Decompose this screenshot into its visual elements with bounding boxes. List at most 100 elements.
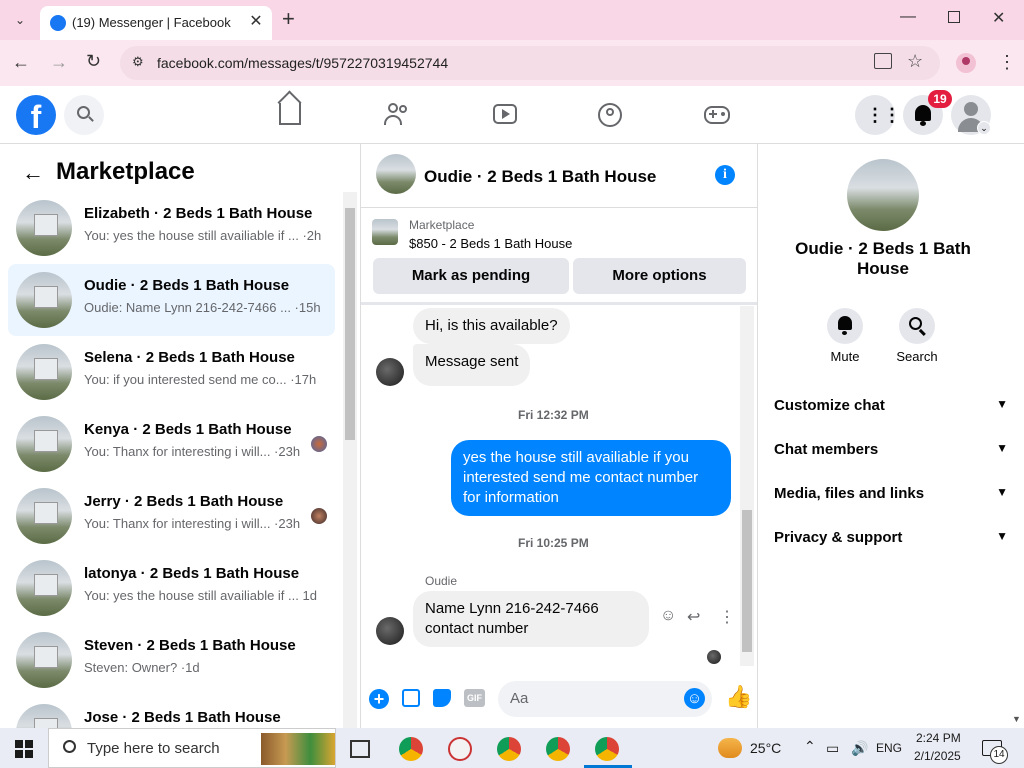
message-bubble-incoming[interactable]: Hi, is this available?: [413, 308, 570, 344]
sender-avatar[interactable]: [376, 617, 404, 645]
sticker-icon[interactable]: [433, 689, 451, 707]
chat-avatar[interactable]: [376, 154, 416, 194]
weather-icon[interactable]: [718, 738, 742, 758]
conversation-snippet: You: if you interested send me co... ·17…: [84, 372, 317, 387]
facebook-logo-icon[interactable]: f: [16, 95, 56, 135]
mark-pending-button[interactable]: Mark as pending: [373, 258, 569, 294]
conversation-item[interactable]: Steven · 2 Beds 1 Bath House Steven: Own…: [8, 624, 335, 696]
timestamp: Fri 12:32 PM: [518, 408, 589, 422]
plus-icon[interactable]: +: [369, 689, 389, 709]
chat-members-row[interactable]: Chat members ▼: [774, 441, 1008, 458]
photo-icon[interactable]: [402, 689, 420, 707]
forward-icon[interactable]: →: [50, 52, 68, 73]
customize-chat-row[interactable]: Customize chat ▼: [774, 397, 1008, 414]
conversation-item[interactable]: Selena · 2 Beds 1 Bath House You: if you…: [8, 336, 335, 408]
message-input[interactable]: Aa ☺: [498, 681, 712, 717]
conversation-item[interactable]: Jerry · 2 Beds 1 Bath House You: Thanx f…: [8, 480, 335, 552]
browser-menu-icon[interactable]: ⋮: [998, 52, 1016, 73]
new-tab-icon[interactable]: +: [282, 8, 302, 32]
weather-temp[interactable]: 25°C: [750, 740, 781, 756]
privacy-support-row[interactable]: Privacy & support ▼: [774, 529, 1008, 546]
conversation-item[interactable]: Elizabeth · 2 Beds 1 Bath House You: yes…: [8, 192, 335, 264]
conversation-item[interactable]: Jose · 2 Beds 1 Bath House: [8, 696, 335, 728]
read-receipt-avatar: [707, 650, 721, 664]
conversation-snippet: Steven: Owner? ·1d: [84, 660, 200, 675]
network-icon[interactable]: ▭: [826, 740, 839, 757]
list-scrollbar[interactable]: [343, 192, 357, 728]
more-options-button[interactable]: More options: [573, 258, 746, 294]
section-label: Privacy & support: [774, 529, 903, 546]
scroll-thumb[interactable]: [345, 208, 355, 440]
clock-date[interactable]: 2/1/2025: [914, 749, 961, 763]
groups-icon[interactable]: [598, 103, 622, 127]
listing-source: Marketplace: [409, 218, 475, 232]
gaming-icon[interactable]: [704, 106, 730, 124]
message-bubble-incoming[interactable]: Message sent: [413, 344, 531, 386]
menu-button[interactable]: ⋮⋮⋮: [855, 95, 918, 135]
taskbar-search[interactable]: Type here to search: [48, 728, 336, 768]
account-chevron-icon[interactable]: ⌄: [977, 121, 991, 135]
listing-text[interactable]: $850 - 2 Beds 1 Bath House: [409, 236, 572, 251]
close-tab-icon[interactable]: ✕: [246, 11, 266, 31]
conversation-name: Jose · 2 Beds 1 Bath House: [84, 709, 281, 726]
message-bubble-incoming[interactable]: Name Lynn 216-242-7466 contact number: [413, 591, 649, 647]
listing-thumbnail[interactable]: [372, 219, 398, 245]
tab-search-icon[interactable]: ⌄: [10, 10, 30, 30]
tray-chevron-icon[interactable]: ⌃: [804, 738, 816, 755]
bookmark-star-icon[interactable]: ☆: [907, 51, 923, 72]
scroll-thumb[interactable]: [742, 510, 752, 652]
windows-start-icon[interactable]: [15, 740, 33, 758]
conversation-snippet: You: Thanx for interesting i will... ·23…: [84, 444, 301, 459]
react-icon[interactable]: ☺: [660, 607, 676, 625]
message-bubble-outgoing[interactable]: yes the house still availiable if you in…: [451, 440, 731, 516]
gif-icon[interactable]: GIF: [464, 689, 485, 707]
sender-avatar[interactable]: [376, 358, 404, 386]
chat-title[interactable]: Oudie · 2 Beds 1 Bath House: [424, 167, 656, 187]
chrome-profile-icon[interactable]: [497, 737, 521, 761]
chat-scrollbar[interactable]: [740, 306, 754, 666]
search-label: Search: [896, 349, 938, 364]
more-actions-icon[interactable]: ⋮: [719, 607, 735, 627]
chevron-down-icon: ▼: [996, 397, 1008, 411]
fb-search-button[interactable]: [64, 95, 104, 135]
like-icon[interactable]: 👍: [725, 684, 752, 710]
friends-icon[interactable]: [384, 103, 410, 125]
mute-button[interactable]: [827, 308, 863, 344]
browser-tab[interactable]: (19) Messenger | Facebook ✕: [40, 6, 272, 40]
conversation-snippet: You: yes the house still availiable if .…: [84, 228, 322, 243]
install-app-icon[interactable]: [874, 53, 892, 69]
maximize-icon[interactable]: [948, 11, 960, 23]
omnibox[interactable]: ⚙ facebook.com/messages/t/95722703194527…: [120, 46, 940, 80]
reply-icon[interactable]: ↩: [687, 607, 700, 627]
profile-icon[interactable]: [956, 53, 976, 73]
minimize-icon[interactable]: —: [900, 8, 916, 26]
profile-avatar[interactable]: [847, 159, 919, 231]
chrome-active-icon[interactable]: [595, 737, 619, 761]
media-files-row[interactable]: Media, files and links ▼: [774, 485, 1008, 502]
app-icon[interactable]: [448, 737, 472, 761]
back-arrow-icon[interactable]: ←: [22, 160, 44, 186]
emoji-icon[interactable]: ☺: [684, 688, 705, 709]
conversation-item[interactable]: latonya · 2 Beds 1 Bath House You: yes t…: [8, 552, 335, 624]
home-icon[interactable]: [277, 90, 302, 125]
chrome-profile-icon[interactable]: [546, 737, 570, 761]
page-scroll-arrow-icon[interactable]: ▼: [1012, 714, 1021, 724]
conversation-snippet: You: Thanx for interesting i will... ·23…: [84, 516, 301, 531]
conversation-name: Jerry · 2 Beds 1 Bath House: [84, 493, 284, 510]
chrome-icon[interactable]: [399, 737, 423, 761]
site-info-icon[interactable]: ⚙: [132, 54, 144, 70]
info-icon[interactable]: i: [715, 165, 735, 185]
language-indicator[interactable]: ENG: [876, 741, 902, 755]
listing-avatar: [16, 416, 72, 472]
volume-icon[interactable]: 🔊: [851, 740, 868, 757]
chevron-down-icon: ▼: [996, 441, 1008, 455]
back-icon[interactable]: ←: [12, 52, 30, 73]
reload-icon[interactable]: ↻: [86, 51, 101, 72]
conversation-item[interactable]: Kenya · 2 Beds 1 Bath House You: Thanx f…: [8, 408, 335, 480]
task-view-icon[interactable]: [350, 740, 370, 758]
clock-time[interactable]: 2:24 PM: [916, 731, 961, 745]
conversation-item-active[interactable]: Oudie · 2 Beds 1 Bath House Oudie: Name …: [8, 264, 335, 336]
search-button[interactable]: [899, 308, 935, 344]
watch-icon[interactable]: [493, 104, 517, 124]
close-window-icon[interactable]: ✕: [992, 8, 1005, 28]
